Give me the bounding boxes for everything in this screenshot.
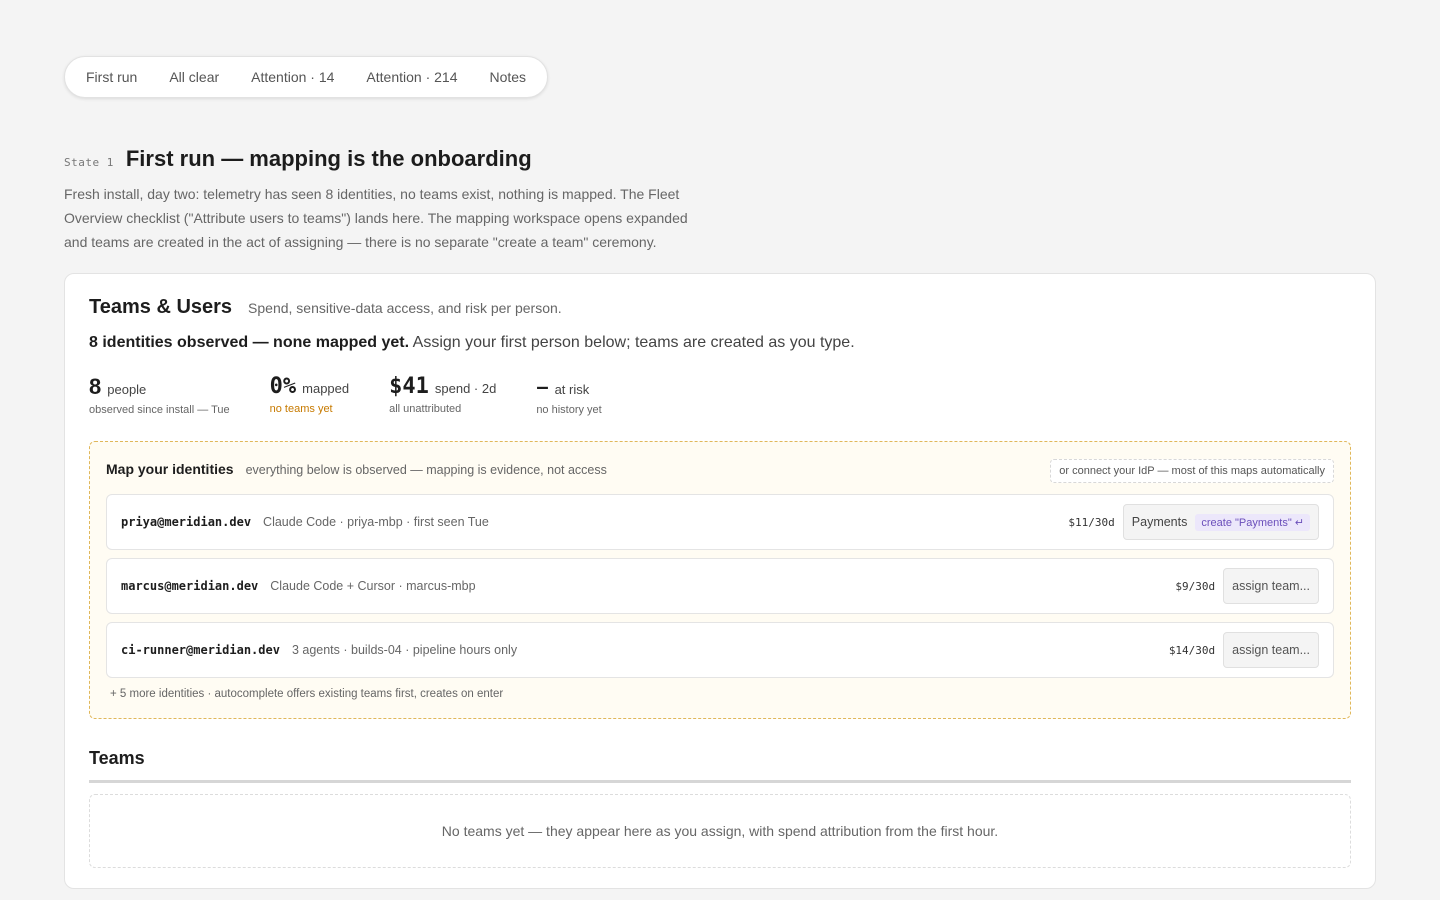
identity-description: Claude Code · priya-mbp · first seen Tue [263, 515, 489, 529]
state-tag: State 1 [64, 156, 114, 169]
teams-users-card: Teams & Users Spend, sensitive-data acce… [64, 273, 1376, 889]
tab-all-clear[interactable]: All clear [153, 56, 235, 98]
stat-value: $41 [389, 374, 429, 399]
stat-spend: $41 spend · 2d all unattributed [389, 374, 496, 416]
stats-row: 8 people observed since install — Tue 0%… [89, 374, 642, 416]
stat-subtext-warning: no teams yet [269, 403, 333, 415]
identity-email: ci-runner@meridian.dev [121, 643, 280, 657]
map-header: Map your identities everything below is … [106, 461, 607, 477]
stat-label: at risk [554, 382, 590, 397]
identity-email: priya@meridian.dev [121, 515, 252, 529]
headline-bold: 8 identities observed — none mapped yet. [89, 334, 410, 351]
stat-label: spend · 2d [434, 381, 497, 396]
identity-description: 3 agents · builds-04 · pipeline hours on… [291, 643, 518, 657]
identity-row: marcus@meridian.dev Claude Code + Cursor… [106, 558, 1334, 614]
teams-empty-state: No teams yet — they appear here as you a… [89, 794, 1351, 868]
stat-subtext: no history yet [536, 404, 602, 416]
team-assign-input[interactable]: Payments create "Payments" ↵ [1122, 504, 1319, 540]
state-header: State 1 First run — mapping is the onboa… [64, 146, 532, 172]
teams-section-title: Teams [89, 748, 145, 768]
state-switcher: First run All clear Attention · 14 Atten… [64, 56, 549, 98]
state-title: First run — mapping is the onboarding [125, 146, 532, 171]
map-title: Map your identities [106, 461, 234, 477]
state-description: Fresh install, day two: telemetry has se… [64, 186, 688, 250]
map-subtitle: everything below is observed — mapping i… [245, 463, 607, 477]
tab-attention-14[interactable]: Attention · 14 [235, 56, 350, 98]
identity-row: priya@meridian.dev Claude Code · priya-m… [106, 494, 1334, 550]
stat-subtext: observed since install — Tue [89, 404, 230, 416]
stat-people: 8 people observed since install — Tue [89, 374, 230, 416]
identity-email: marcus@meridian.dev [121, 579, 259, 593]
map-identities-panel: Map your identities everything below is … [89, 441, 1351, 719]
assign-team-button[interactable]: assign team... [1223, 632, 1319, 668]
identity-description: Claude Code + Cursor · marcus-mbp [270, 579, 476, 593]
create-team-suggestion[interactable]: create "Payments" ↵ [1195, 513, 1310, 531]
identity-row: ci-runner@meridian.dev 3 agents · builds… [106, 622, 1334, 678]
tab-first-run[interactable]: First run [70, 56, 153, 98]
teams-divider [89, 780, 1351, 783]
stat-label: mapped [302, 381, 350, 396]
typed-team-name: Payments [1131, 515, 1188, 529]
card-header: Teams & Users Spend, sensitive-data acce… [89, 296, 562, 319]
card-title: Teams & Users [89, 296, 233, 318]
stat-mapped: 0% mapped no teams yet [270, 374, 349, 416]
connect-idp-button[interactable]: or connect your IdP — most of this maps … [1050, 459, 1334, 483]
card-subtitle: Spend, sensitive-data access, and risk p… [248, 300, 562, 316]
stat-value: 0% [269, 374, 297, 399]
identity-spend: $14/30d [1168, 643, 1216, 657]
stat-value: – [536, 374, 549, 399]
tab-notes[interactable]: Notes [473, 56, 542, 98]
stat-at-risk: – at risk no history yet [536, 374, 601, 416]
stat-subtext: all unattributed [389, 403, 462, 415]
stat-value: 8 [89, 374, 102, 399]
assign-team-button[interactable]: assign team... [1223, 568, 1319, 604]
tab-attention-214[interactable]: Attention · 214 [350, 56, 473, 98]
summary-headline: 8 identities observed — none mapped yet.… [89, 334, 855, 352]
headline-rest: Assign your first person below; teams ar… [412, 334, 855, 351]
identity-spend: $9/30d [1175, 579, 1216, 593]
stat-label: people [107, 382, 147, 397]
more-identities-note: + 5 more identities · autocomplete offer… [110, 688, 504, 700]
identity-spend: $11/30d [1068, 515, 1115, 529]
